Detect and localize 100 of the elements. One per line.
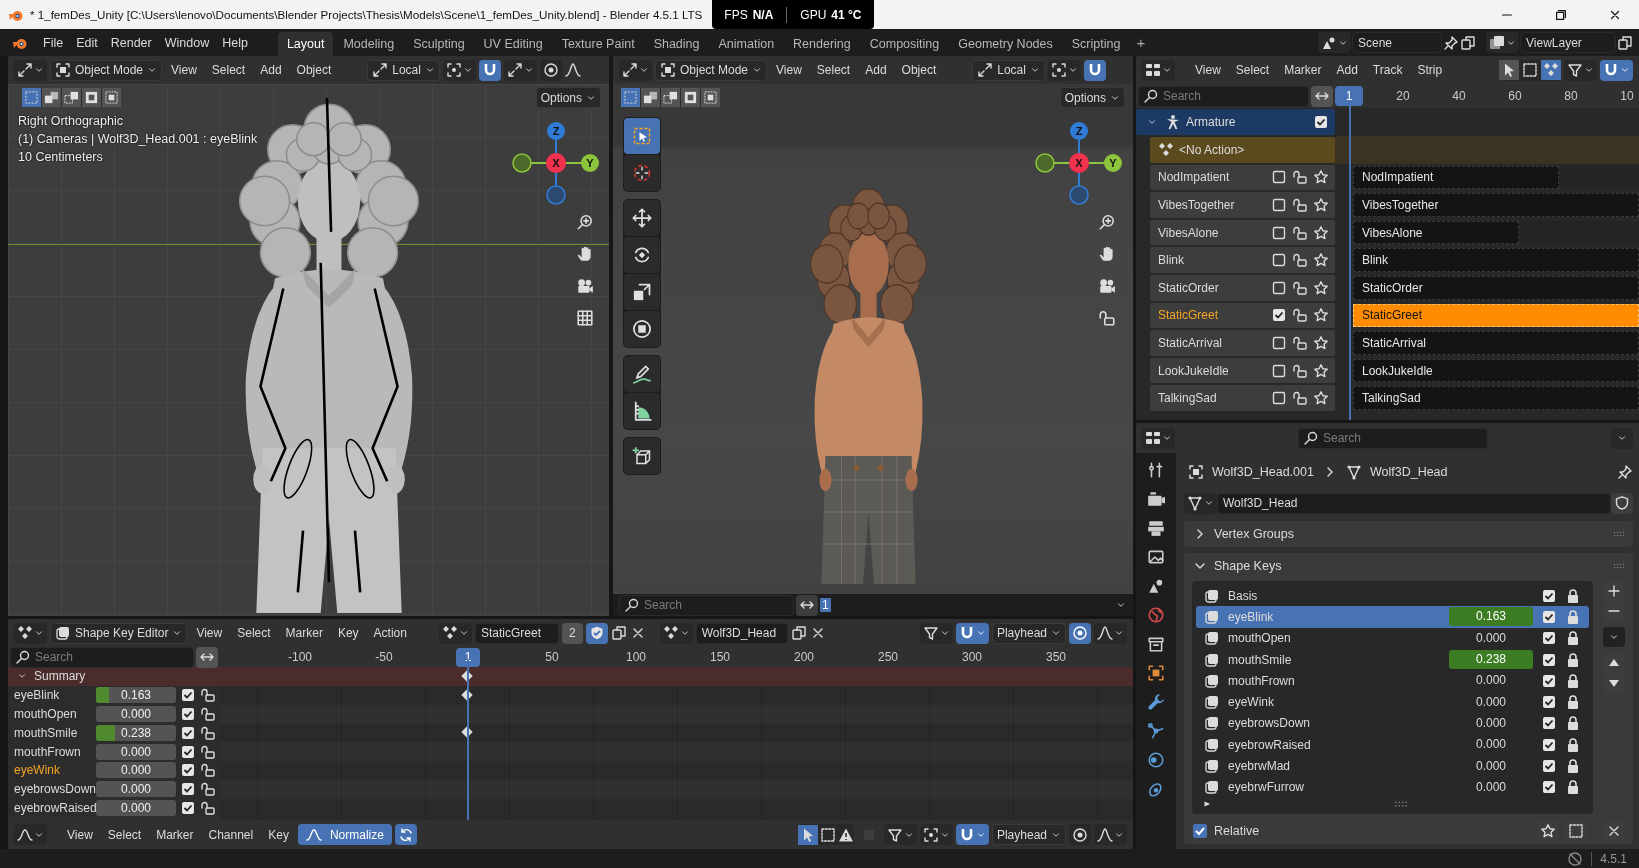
search-field[interactable]: Search <box>619 594 794 616</box>
value-field[interactable]: 0.000 <box>1449 692 1533 712</box>
nla-strip[interactable]: NodImpatient <box>1353 165 1559 190</box>
normalize-toggle[interactable]: Normalize <box>297 824 392 845</box>
mesh-name-field[interactable]: Wolf3D_Head <box>1217 492 1611 514</box>
nla-track[interactable]: StaticOrder <box>1150 274 1335 301</box>
channel-name[interactable]: mouthOpen <box>14 707 92 721</box>
panel-title[interactable]: Vertex Groups <box>1214 527 1294 541</box>
menu-item[interactable]: View <box>61 824 99 845</box>
value-slider[interactable]: 0.238 <box>96 724 176 741</box>
channel-name[interactable]: eyeWink <box>14 763 92 778</box>
menu-item[interactable]: Key <box>331 623 365 643</box>
workspace-tab[interactable]: Shading <box>644 32 709 56</box>
panel-title[interactable]: Shape Keys <box>1214 559 1282 573</box>
menu-item[interactable]: Select <box>810 60 857 80</box>
shape-key-row[interactable]: eyeWink 0.000 <box>1196 691 1589 713</box>
summary-channel[interactable]: Summary <box>8 667 220 686</box>
nla-track[interactable]: VibesAlone <box>1150 219 1335 246</box>
nla-track[interactable]: VibesTogether <box>1150 192 1335 218</box>
object-name-field[interactable]: Wolf3D_Head <box>695 622 788 644</box>
channel-name[interactable]: mouthSmile <box>14 725 92 740</box>
value-field[interactable]: 0.000 <box>1449 735 1533 755</box>
add-workspace-button[interactable]: + <box>1130 34 1152 51</box>
value-field[interactable]: 0.000 <box>1449 671 1533 691</box>
menu-item[interactable]: Marker <box>279 623 329 643</box>
workspace-tab[interactable]: UV Editing <box>474 32 552 56</box>
menu-item[interactable]: Action <box>367 623 413 643</box>
menu-item[interactable]: Edit <box>70 32 104 53</box>
user-count[interactable]: 2 <box>561 622 583 644</box>
menu-item[interactable]: Add <box>254 60 288 80</box>
value-slider[interactable]: 0.000 <box>96 762 176 779</box>
workspace-tab[interactable]: Texture Paint <box>552 32 644 56</box>
value-field[interactable]: 0.000 <box>1449 713 1533 733</box>
menu-item[interactable]: Select <box>205 60 252 80</box>
channel-name[interactable]: eyeBlink <box>14 688 92 703</box>
workspace-tab[interactable]: Layout <box>277 32 334 56</box>
breadcrumb-item[interactable]: Wolf3D_Head.001 <box>1212 465 1314 479</box>
nla-strip[interactable]: StaticOrder <box>1353 275 1639 300</box>
shape-key-row[interactable]: mouthOpen 0.000 <box>1196 627 1589 649</box>
current-frame-indicator[interactable]: 1 <box>1335 86 1363 106</box>
menu-item[interactable]: Help <box>216 32 254 53</box>
nla-strip[interactable]: StaticArrival <box>1353 331 1639 355</box>
menu-item[interactable]: Select <box>231 623 277 643</box>
nla-track[interactable]: TalkingSad <box>1150 385 1335 411</box>
nla-strip[interactable]: StaticGreet <box>1353 303 1639 328</box>
menu-item[interactable]: Render <box>104 32 158 53</box>
menu-item[interactable]: Channel <box>202 824 260 845</box>
mode-dropdown[interactable]: Object Mode <box>655 59 768 81</box>
menu-item[interactable]: Marker <box>150 824 200 845</box>
orientation-dropdown[interactable]: Local <box>367 59 440 81</box>
action-name-field[interactable]: StaticGreet <box>474 622 559 644</box>
scene-name-field[interactable]: Scene <box>1352 32 1442 53</box>
options-dropdown[interactable]: Options <box>1059 87 1125 108</box>
nla-track[interactable]: LookJukeIdle <box>1150 357 1335 384</box>
menu-item[interactable]: Strip <box>1411 60 1449 80</box>
value-field[interactable]: 0.000 <box>1449 777 1533 797</box>
mode-dropdown[interactable]: Shape Key Editor <box>50 622 188 644</box>
snap-dropdown[interactable]: Playhead <box>991 824 1066 845</box>
menu-item[interactable]: Object <box>895 60 943 80</box>
search-field[interactable]: Search <box>1298 427 1488 449</box>
nla-strip[interactable]: VibesTogether <box>1353 193 1639 217</box>
channel-name[interactable]: mouthFrown <box>14 744 92 759</box>
menu-item[interactable]: Window <box>158 32 216 53</box>
menu-item[interactable]: Key <box>262 824 295 845</box>
value-slider[interactable]: 0.000 <box>96 781 176 798</box>
workspace-tab[interactable]: Geometry Nodes <box>949 32 1062 56</box>
nla-track[interactable]: Blink <box>1150 247 1335 273</box>
workspace-tab[interactable]: Animation <box>709 32 784 56</box>
shape-key-row[interactable]: Basis <box>1196 585 1589 607</box>
nla-track[interactable]: StaticArrival <box>1150 330 1335 356</box>
snap-dropdown[interactable]: Playhead <box>991 622 1066 644</box>
workspace-tab[interactable]: Rendering <box>784 32 860 56</box>
nla-track[interactable]: StaticGreet <box>1150 302 1335 329</box>
shape-key-row[interactable]: mouthFrown 0.000 <box>1196 670 1589 692</box>
menu-item[interactable]: Select <box>101 824 148 845</box>
nla-strip[interactable]: VibesAlone <box>1353 220 1519 245</box>
workspace-tab[interactable]: Scripting <box>1062 32 1130 56</box>
navigation-gizmo[interactable]: Z X Y <box>508 118 604 208</box>
shape-key-row[interactable]: eyebrowsDown 0.000 <box>1196 712 1589 735</box>
menu-item[interactable]: Add <box>1330 60 1364 80</box>
shape-key-row[interactable]: eyeBlink 0.163 <box>1196 606 1589 628</box>
value-field[interactable]: 0.000 <box>1449 756 1533 776</box>
value-slider[interactable]: 0.000 <box>96 706 176 722</box>
value-field[interactable]: 0.000 <box>1449 628 1533 648</box>
workspace-tab[interactable]: Sculpting <box>404 32 474 56</box>
shape-key-row[interactable]: eyebrwMad 0.000 <box>1196 755 1589 777</box>
value-slider[interactable]: 0.000 <box>96 799 176 816</box>
nla-strip[interactable]: Blink <box>1353 248 1639 272</box>
value-slider[interactable]: 0.000 <box>96 743 176 760</box>
search-field[interactable]: Search <box>10 646 194 668</box>
menu-item[interactable]: View <box>190 623 229 643</box>
view-layer-field[interactable]: ViewLayer <box>1520 32 1616 53</box>
orientation-dropdown[interactable]: Local <box>972 59 1045 81</box>
menu-item[interactable]: Track <box>1366 60 1409 80</box>
menu-item[interactable]: View <box>165 60 203 80</box>
value-slider[interactable]: 0.163 <box>96 687 176 704</box>
menu-item[interactable]: File <box>37 32 70 53</box>
shape-key-row[interactable]: eyebrowRaised 0.000 <box>1196 734 1589 756</box>
menu-item[interactable]: Object <box>290 60 338 80</box>
workspace-tab[interactable]: Compositing <box>860 32 949 56</box>
